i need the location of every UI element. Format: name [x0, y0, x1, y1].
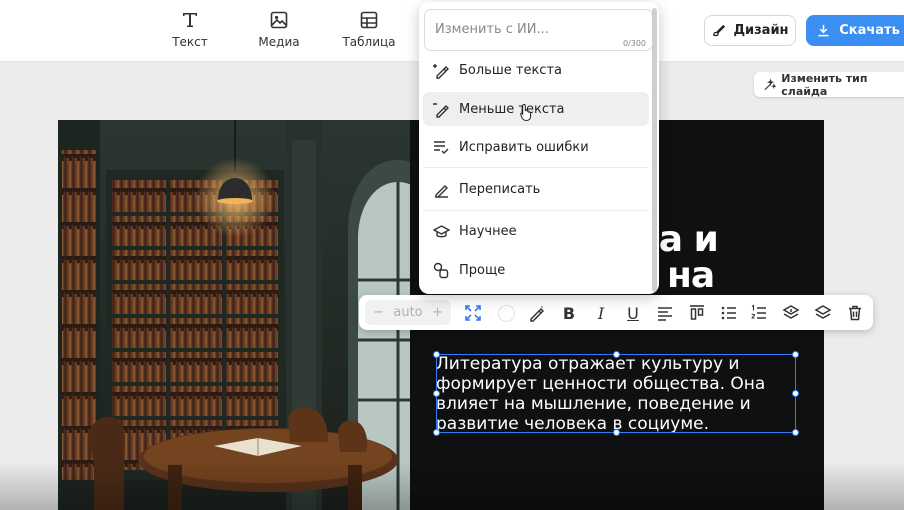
underline-button[interactable]: U [623, 303, 643, 323]
resize-handle-tl[interactable] [433, 351, 440, 358]
auto-fit-icon[interactable] [463, 303, 483, 323]
change-slide-type-label: Изменить тип слайда [781, 71, 868, 98]
download-icon [818, 24, 829, 37]
ai-option-label: Научнее [459, 223, 517, 239]
ai-option-label: Исправить ошибки [459, 139, 589, 155]
ai-option-less-text[interactable]: Меньше текста [423, 92, 649, 126]
text-icon [150, 10, 230, 32]
list-check-icon [434, 140, 449, 154]
menu-divider [423, 210, 649, 211]
magic-wand-icon [764, 77, 777, 90]
ai-option-label: Переписать [459, 181, 541, 197]
ai-option-label: Больше текста [459, 62, 562, 78]
text-format-toolbar: − auto + B I U [359, 295, 873, 330]
table-icon [329, 10, 409, 32]
ai-option-more-text[interactable]: Больше текста [423, 53, 649, 87]
tool-media-label: Медиа [258, 35, 300, 49]
font-size-decrease[interactable]: − [373, 305, 384, 320]
library-photo [58, 120, 410, 510]
brush-icon [713, 24, 726, 37]
shapes-icon [433, 262, 449, 278]
ai-prompt-counter: 0/300 [622, 39, 646, 48]
resize-handle-bc[interactable] [613, 429, 620, 436]
ai-edit-dropdown: Изменить с ИИ... 0/300 Больше текста Мен… [419, 2, 659, 294]
bullet-list-icon[interactable] [719, 303, 739, 323]
design-label: Дизайн [733, 23, 789, 38]
ai-edit-icon[interactable] [527, 303, 547, 323]
bring-forward-icon[interactable] [781, 303, 801, 323]
align-left-icon[interactable] [655, 303, 675, 323]
ai-prompt-placeholder: Изменить с ИИ... [435, 22, 549, 37]
download-label: Скачать [839, 23, 900, 38]
resize-handle-br[interactable] [792, 429, 799, 436]
tool-text-label: Текст [172, 35, 208, 49]
dropdown-scrollbar[interactable] [652, 8, 657, 292]
ai-prompt-input[interactable]: Изменить с ИИ... 0/300 [424, 9, 653, 51]
send-backward-icon[interactable] [813, 303, 833, 323]
resize-handle-mr[interactable] [792, 390, 799, 397]
resize-handle-bl[interactable] [433, 429, 440, 436]
resize-handle-tc[interactable] [613, 351, 620, 358]
italic-button[interactable]: I [591, 303, 611, 323]
text-color-swatch[interactable] [496, 303, 516, 323]
delete-icon[interactable] [845, 303, 865, 323]
tool-table-label: Таблица [342, 35, 396, 49]
graduation-cap-icon [433, 224, 450, 237]
vertical-align-top-icon[interactable] [687, 303, 707, 323]
ai-option-more-scientific[interactable]: Научнее [423, 214, 649, 248]
pen-plus-icon [433, 63, 449, 79]
resize-handle-ml[interactable] [433, 390, 440, 397]
resize-handle-tr[interactable] [792, 351, 799, 358]
menu-divider [423, 167, 649, 168]
text-selection-box[interactable] [433, 351, 799, 436]
hand-cursor-icon [520, 103, 532, 121]
pencil-icon [435, 184, 448, 198]
ai-option-rewrite[interactable]: Переписать [423, 172, 649, 206]
ai-option-fix-errors[interactable]: Исправить ошибки [423, 130, 649, 164]
image-icon [239, 10, 319, 32]
tool-table[interactable]: Таблица [329, 10, 409, 49]
ai-option-simpler[interactable]: Проще [423, 253, 649, 287]
numbered-list-icon[interactable] [749, 303, 769, 323]
change-slide-type-button[interactable]: Изменить тип слайда [754, 71, 904, 98]
ai-option-label: Меньше текста [459, 101, 565, 117]
download-button[interactable]: Скачать [806, 15, 904, 46]
tool-media[interactable]: Медиа [239, 10, 319, 49]
font-size-value: auto [393, 305, 423, 320]
design-button[interactable]: Дизайн [704, 15, 796, 46]
font-size-increase[interactable]: + [432, 305, 443, 320]
tool-text[interactable]: Текст [150, 10, 230, 49]
ai-option-label: Проще [459, 262, 506, 278]
pen-minus-icon [433, 102, 449, 118]
font-size-stepper[interactable]: − auto + [365, 300, 451, 325]
bold-button[interactable]: B [559, 303, 579, 323]
